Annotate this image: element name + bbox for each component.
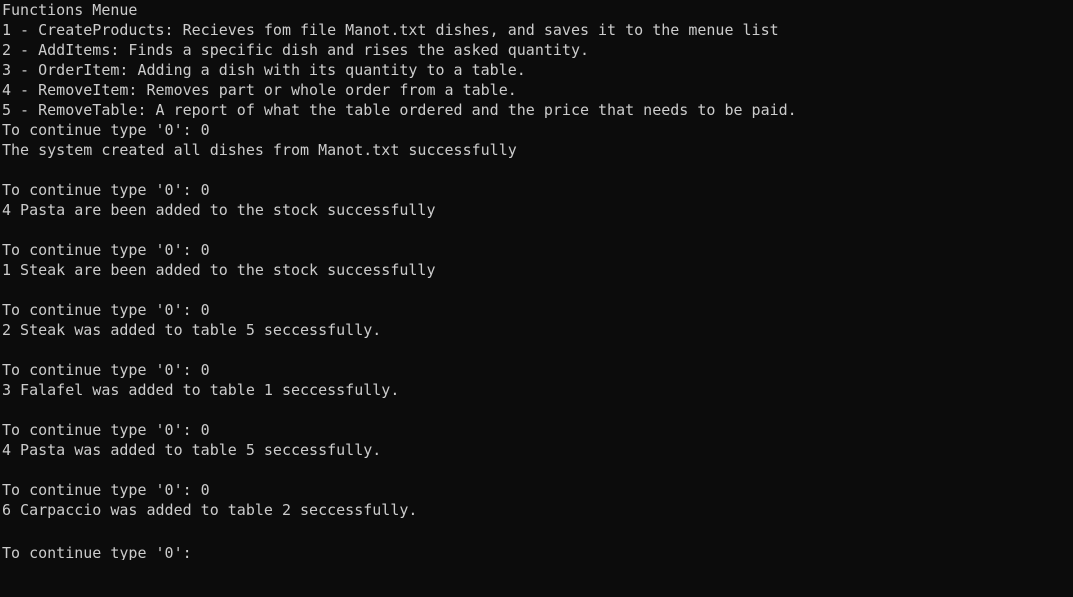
prompt-line: To continue type '0': 0 [2,361,210,379]
input-caret-area[interactable] [192,540,202,558]
output-line: 6 Carpaccio was added to table 2 seccess… [2,501,418,519]
prompt-line: To continue type '0': 0 [2,421,210,439]
console-output[interactable]: Functions Menue 1 - CreateProducts: Reci… [0,0,1073,597]
output-line: 2 Steak was added to table 5 seccessfull… [2,321,382,339]
active-prompt-line[interactable]: To continue type '0': [2,540,1073,560]
output-line: 3 Falafel was added to table 1 seccessfu… [2,381,400,399]
output-line: 4 Pasta was added to table 5 seccessfull… [2,441,382,459]
menu-option-order-item: 3 - OrderItem: Adding a dish with its qu… [2,61,526,79]
prompt-line: To continue type '0': 0 [2,121,210,139]
output-line: 1 Steak are been added to the stock succ… [2,261,436,279]
active-prompt-text: To continue type '0': [2,544,192,560]
prompt-line: To continue type '0': 0 [2,181,210,199]
prompt-line: To continue type '0': 0 [2,301,210,319]
output-line: The system created all dishes from Manot… [2,141,517,159]
menu-option-remove-item: 4 - RemoveItem: Removes part or whole or… [2,81,517,99]
prompt-line: To continue type '0': 0 [2,241,210,259]
menu-option-add-items: 2 - AddItems: Finds a specific dish and … [2,41,589,59]
menu-option-remove-table: 5 - RemoveTable: A report of what the ta… [2,101,797,119]
prompt-line: To continue type '0': 0 [2,481,210,499]
menu-option-create-products: 1 - CreateProducts: Recieves fom file Ma… [2,21,779,39]
output-line: 4 Pasta are been added to the stock succ… [2,201,436,219]
menu-title: Functions Menue [2,1,138,19]
